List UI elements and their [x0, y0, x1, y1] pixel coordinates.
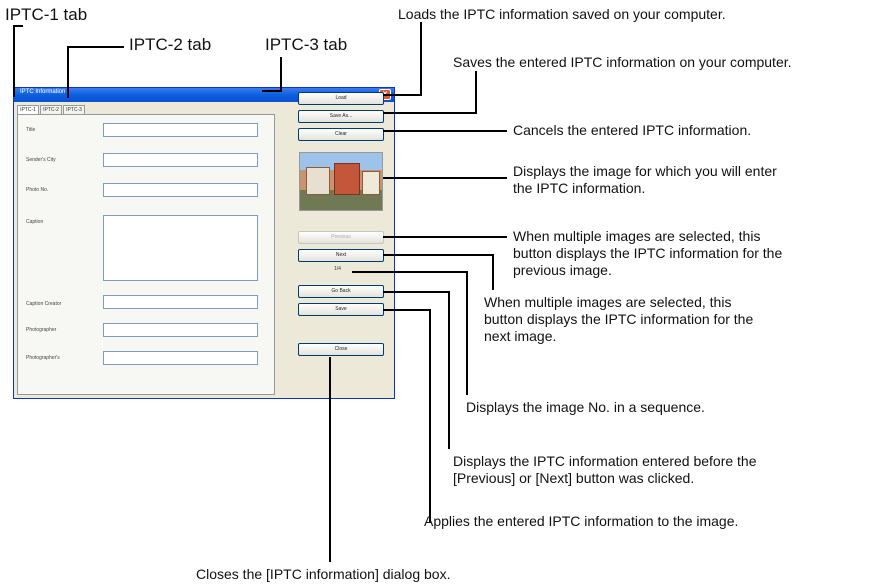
- callout-next-line: button displays the IPTC information for…: [484, 311, 754, 327]
- save-button[interactable]: Save: [298, 303, 384, 316]
- thumbnail-house: [334, 163, 360, 195]
- leader-line: [383, 130, 507, 132]
- photo-no-field[interactable]: [103, 183, 258, 197]
- leader-line: [383, 177, 507, 179]
- clear-button[interactable]: Clear: [298, 128, 384, 141]
- callout-go-back: Displays the IPTC information entered be…: [453, 453, 757, 487]
- senders-city-field[interactable]: [103, 153, 258, 167]
- leader-line: [13, 25, 23, 27]
- leader-line: [67, 46, 124, 48]
- callout-next-line: next image.: [484, 328, 557, 344]
- callout-iptc-1-tab: IPTC-1 tab: [5, 5, 88, 24]
- field-label-title: Title: [26, 127, 36, 133]
- leader-line: [383, 254, 493, 256]
- field-label-caption-creator: Caption Creator: [26, 301, 62, 307]
- callout-image-line: the IPTC information.: [513, 180, 646, 196]
- callout-clear: Cancels the entered IPTC information.: [513, 122, 752, 138]
- next-button[interactable]: Next: [298, 249, 384, 262]
- thumbnail-house: [362, 171, 380, 195]
- callout-close: Closes the [IPTC information] dialog box…: [196, 566, 451, 582]
- dialog-title: IPTC Information: [20, 89, 66, 95]
- leader-line: [280, 57, 282, 91]
- image-thumbnail: [299, 152, 383, 211]
- caption-field[interactable]: [103, 215, 258, 281]
- photographer-field[interactable]: [103, 323, 258, 337]
- leader-line: [262, 90, 282, 92]
- photographers-field[interactable]: [103, 351, 258, 365]
- iptc-1-panel: Title Sender's City Photo No. Caption Ca…: [17, 114, 275, 395]
- callout-save-as: Saves the entered IPTC information on yo…: [453, 54, 792, 70]
- leader-line: [448, 291, 450, 449]
- caption-creator-field[interactable]: [103, 295, 258, 309]
- leader-line: [492, 254, 494, 290]
- leader-line: [466, 271, 468, 395]
- callout-iptc-3-tab: IPTC-3 tab: [265, 35, 348, 54]
- tab-iptc-2[interactable]: IPTC-2: [40, 105, 62, 114]
- leader-line: [352, 271, 467, 273]
- callout-next: When multiple images are selected, this …: [484, 294, 753, 345]
- callout-next-line: When multiple images are selected, this: [484, 294, 732, 310]
- title-field[interactable]: [103, 123, 258, 137]
- leader-line: [383, 94, 422, 96]
- leader-line: [13, 25, 15, 97]
- go-back-button[interactable]: Go Back: [298, 285, 384, 298]
- field-label-caption: Caption: [26, 219, 44, 225]
- tab-iptc-1[interactable]: IPTC-1: [17, 105, 39, 114]
- callout-previous: When multiple images are selected, this …: [513, 228, 782, 279]
- thumbnail-house: [306, 167, 330, 195]
- leader-line: [383, 236, 507, 238]
- leader-line: [475, 71, 477, 113]
- callout-iptc-2-tab: IPTC-2 tab: [129, 35, 212, 54]
- callout-apply: Applies the entered IPTC information to …: [424, 513, 739, 529]
- tab-iptc-3[interactable]: IPTC-3: [63, 105, 85, 114]
- load-button[interactable]: Load: [298, 92, 384, 105]
- save-as-button[interactable]: Save As...: [298, 110, 384, 123]
- callout-previous-line: When multiple images are selected, this: [513, 228, 761, 244]
- field-label-photographers: Photographer's: [26, 355, 60, 361]
- field-label-senders-city: Sender's City: [26, 157, 56, 163]
- leader-line: [329, 357, 331, 562]
- callout-go-back-line: Displays the IPTC information entered be…: [453, 453, 757, 469]
- callout-load: Loads the IPTC information saved on your…: [398, 6, 726, 22]
- close-button[interactable]: Close: [298, 343, 384, 356]
- callout-image: Displays the image for which you will en…: [513, 163, 777, 197]
- callout-sequence: Displays the image No. in a sequence.: [466, 399, 705, 415]
- callout-go-back-line: [Previous] or [Next] button was clicked.: [453, 470, 695, 486]
- field-label-photo-no: Photo No.: [26, 187, 49, 193]
- iptc-dialog: IPTC Information ✕ IPTC-1 IPTC-2 IPTC-3 …: [13, 87, 395, 399]
- leader-line: [383, 309, 430, 311]
- leader-line: [383, 291, 449, 293]
- previous-button[interactable]: Previous: [298, 231, 384, 244]
- leader-line: [67, 46, 69, 98]
- field-label-photographer: Photographer: [26, 327, 57, 333]
- leader-line: [383, 112, 477, 114]
- leader-line: [429, 309, 431, 522]
- leader-line: [420, 22, 422, 95]
- callout-previous-line: button displays the IPTC information for…: [513, 245, 783, 261]
- callout-image-line: Displays the image for which you will en…: [513, 163, 777, 179]
- callout-previous-line: previous image.: [513, 262, 612, 278]
- sequence-number: 1/4: [334, 266, 341, 272]
